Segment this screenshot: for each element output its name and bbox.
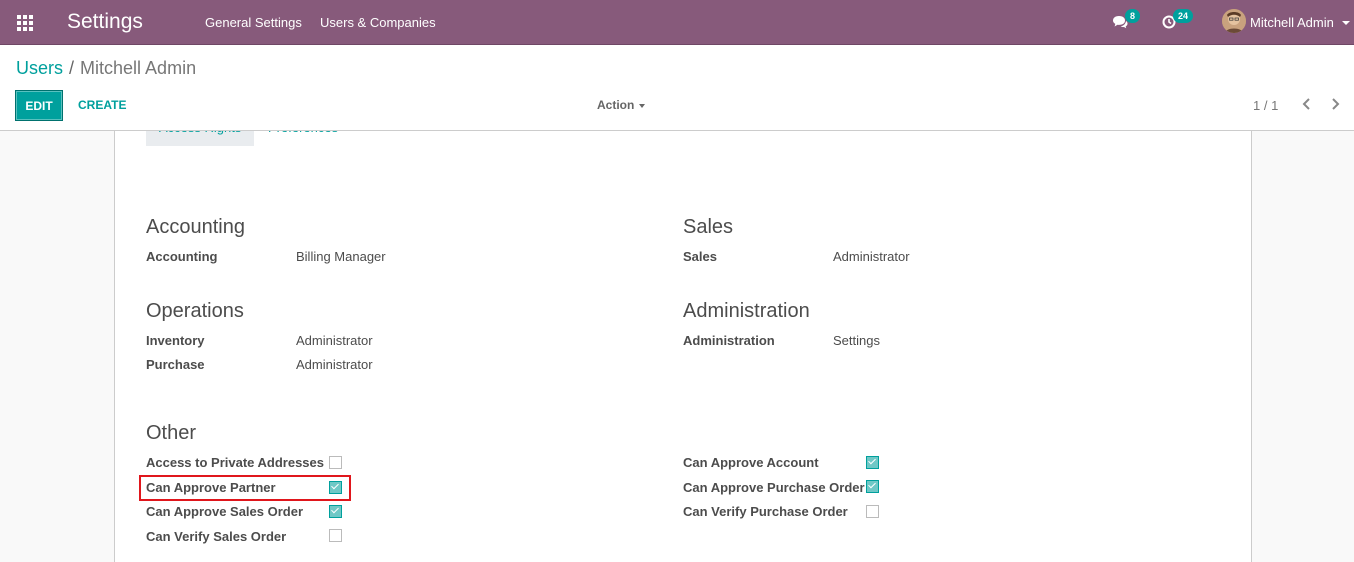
menu-users-companies[interactable]: Users & Companies [320,15,436,30]
checkbox-can-approve-account[interactable] [866,456,879,469]
menu-general-settings[interactable]: General Settings [205,15,302,30]
field-label-purchase: Purchase [146,357,205,372]
edit-button[interactable]: EDIT [15,90,63,121]
user-name: Mitchell Admin [1250,15,1334,30]
tab-access-rights[interactable]: Access Rights [146,131,255,146]
breadcrumb-users-link[interactable]: Users [16,58,63,78]
field-value-inventory[interactable]: Administrator [296,333,373,348]
app-title: Settings [67,10,143,33]
field-label-can-approve-purchase-order: Can Approve Purchase Order [683,480,865,495]
field-value-sales[interactable]: Administrator [833,249,910,264]
action-dropdown-label: Action [597,98,635,112]
pager-previous-button[interactable] [1301,96,1313,112]
create-button[interactable]: CREATE [78,98,126,112]
pager-next-button[interactable] [1329,96,1341,112]
pager-value[interactable]: 1 / 1 [1253,98,1278,113]
field-value-purchase[interactable]: Administrator [296,357,373,372]
field-label-can-approve-sales-order: Can Approve Sales Order [146,504,304,519]
field-value-administration[interactable]: Settings [833,333,880,348]
form-sheet: Access Rights Preferences Accounting Acc… [114,131,1252,562]
field-label-inventory: Inventory [146,333,205,348]
messages-count-badge: 8 [1125,9,1141,23]
group-title-operations: Operations [146,300,244,322]
activities-button[interactable]: 24 [1162,9,1198,32]
caret-down-icon [1342,21,1350,25]
user-avatar [1222,9,1246,33]
checkbox-can-approve-partner[interactable] [329,481,342,494]
field-label-can-verify-purchase-order: Can Verify Purchase Order [683,504,848,519]
field-label-can-approve-account: Can Approve Account [683,455,819,470]
messages-button[interactable]: 8 [1112,9,1142,32]
field-label-access-private-addresses: Access to Private Addresses [146,455,325,470]
field-label-administration: Administration [683,333,775,348]
chevron-right-icon [1332,98,1340,110]
caret-down-icon [639,103,646,108]
activities-count-badge: 24 [1173,9,1194,23]
action-dropdown[interactable]: Action [597,98,646,112]
control-panel: Users / Mitchell Admin EDIT CREATE Action … [0,45,1354,131]
apps-menu-icon[interactable] [17,15,33,31]
breadcrumb-separator: / [69,58,75,78]
top-navbar: Settings General Settings Users & Compan… [0,0,1354,45]
field-label-accounting: Accounting [146,249,218,264]
checkbox-can-approve-sales-order[interactable] [329,505,342,518]
breadcrumb-current: Mitchell Admin [80,58,197,78]
group-title-sales: Sales [683,216,734,238]
tab-preferences[interactable]: Preferences [255,131,351,146]
checkbox-access-private-addresses[interactable] [329,456,342,469]
field-value-accounting[interactable]: Billing Manager [296,249,386,264]
chevron-left-icon [1302,98,1310,110]
checkbox-can-verify-purchase-order[interactable] [866,505,879,518]
group-title-accounting: Accounting [146,216,245,238]
checkbox-can-approve-purchase-order[interactable] [866,480,879,493]
group-title-administration: Administration [683,300,810,322]
breadcrumb: Users / Mitchell Admin [16,58,196,79]
checkbox-can-verify-sales-order[interactable] [329,529,342,542]
field-label-can-verify-sales-order: Can Verify Sales Order [146,529,287,544]
field-label-sales: Sales [683,249,717,264]
group-title-other: Other [146,422,197,444]
field-label-can-approve-partner: Can Approve Partner [146,480,276,495]
